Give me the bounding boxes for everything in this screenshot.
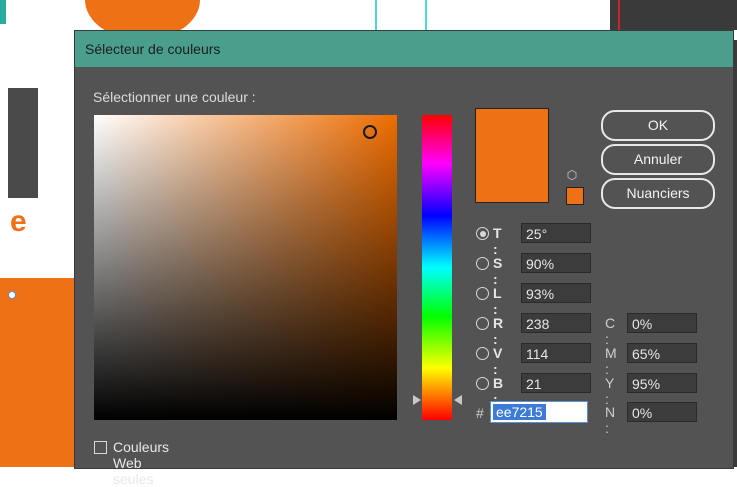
saturation-label: S : [493,255,503,287]
orange-frame [0,278,75,467]
select-color-label: Sélectionner une couleur : [93,89,256,105]
guide-line [375,0,377,30]
canvas-edge [0,0,6,24]
hue-label: T : [493,225,502,257]
black-input[interactable]: 0% [627,402,697,422]
brightness-input[interactable]: 93% [521,283,591,303]
frame-handle[interactable] [8,291,16,299]
red-label: R : [493,315,504,347]
web-colors-only-label: Couleurs Web seules [113,439,170,487]
logo-letter: e [10,205,27,238]
red-input[interactable]: 238 [521,313,591,333]
hex-input[interactable]: ee7215 [490,401,588,423]
hex-prefix: # [476,405,484,421]
magenta-input[interactable]: 65% [627,343,697,363]
hue-radio[interactable] [476,227,489,240]
blue-radio[interactable] [476,377,489,390]
cyan-input[interactable]: 0% [627,313,697,333]
dialog-title: Sélecteur de couleurs [85,41,221,57]
slider-handle-left[interactable] [413,395,421,405]
brightness-radio[interactable] [476,287,489,300]
hue-slider[interactable] [422,115,452,420]
panel-area [610,0,737,30]
swatches-button[interactable]: Nuanciers [601,178,715,209]
guide-line [425,0,427,30]
current-color-swatch [475,108,549,203]
hue-input[interactable]: 25° [521,223,591,243]
cube-icon[interactable]: ⬡ [565,168,579,182]
checkbox-icon[interactable] [94,441,107,454]
saturation-radio[interactable] [476,257,489,270]
ok-button[interactable]: OK [601,110,715,141]
cancel-button[interactable]: Annuler [601,144,715,175]
yellow-label: Y : [605,375,615,407]
brightness-label: L : [493,285,502,317]
hex-value-selected: ee7215 [493,404,546,420]
web-color-swatch[interactable] [566,187,584,205]
saturation-input[interactable]: 90% [521,253,591,273]
dialog-titlebar[interactable]: Sélecteur de couleurs [75,31,733,67]
magenta-label: M : [605,345,617,377]
cyan-label: C : [605,315,616,347]
color-field-cursor[interactable] [363,125,377,139]
red-radio[interactable] [476,317,489,330]
yellow-input[interactable]: 95% [627,373,697,393]
guide-line [618,0,620,30]
logo-graphic [8,88,38,198]
slider-handle-right[interactable] [454,395,462,405]
green-label: V : [493,345,503,377]
green-input[interactable]: 114 [521,343,591,363]
green-radio[interactable] [476,347,489,360]
blue-input[interactable]: 21 [521,373,591,393]
color-picker-dialog: Sélecteur de couleurs Sélectionner une c… [74,30,734,487]
black-label: N : [605,404,616,436]
color-field[interactable] [94,115,397,420]
